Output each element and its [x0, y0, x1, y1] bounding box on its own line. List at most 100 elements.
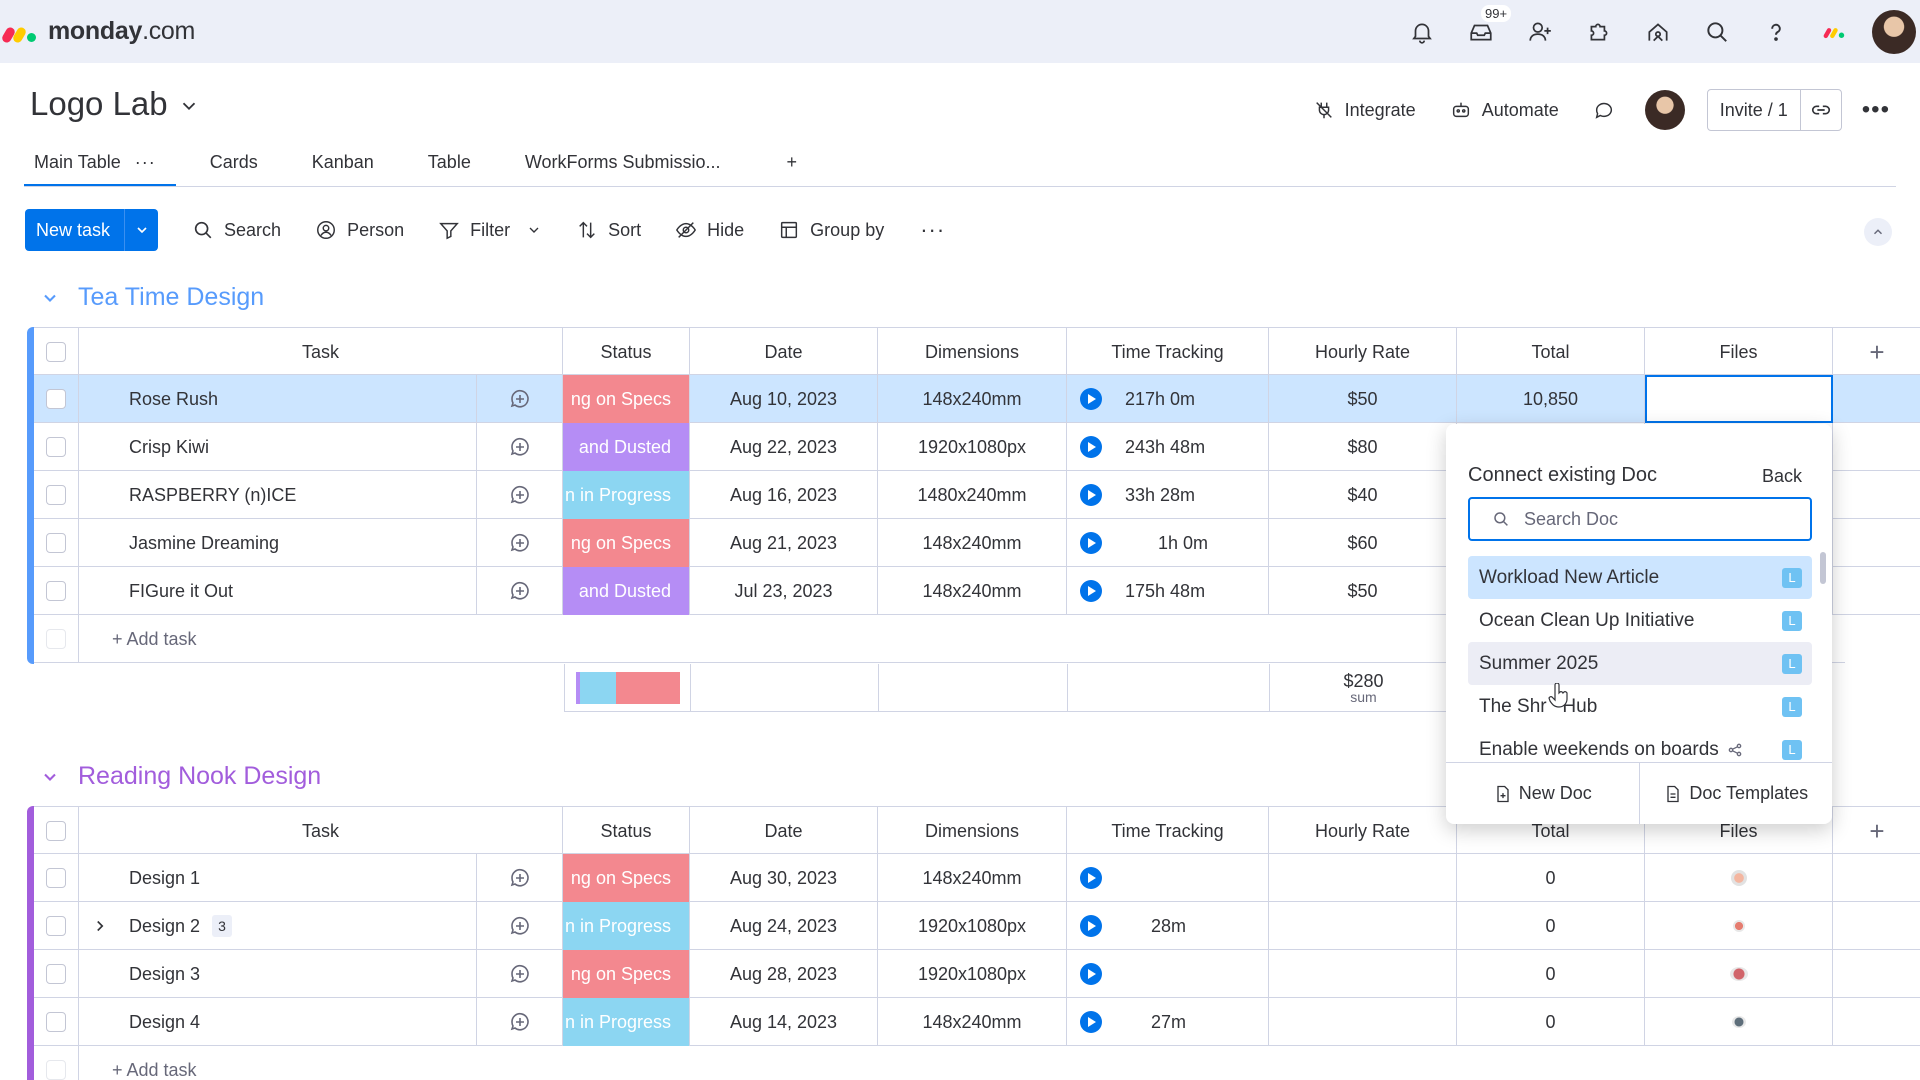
files-cell[interactable]	[1645, 950, 1833, 998]
select-all-cell[interactable]	[34, 328, 79, 376]
status-cell[interactable]: and Dusted	[563, 423, 690, 471]
files-cell[interactable]	[1645, 998, 1833, 1046]
status-cell[interactable]: ng on Specs	[563, 854, 690, 902]
play-timer-icon[interactable]	[1080, 867, 1102, 889]
row-checkbox[interactable]	[46, 389, 66, 409]
user-avatar[interactable]	[1872, 9, 1916, 54]
automate-button[interactable]: Automate	[1450, 99, 1559, 121]
add-task-row[interactable]: + Add task	[34, 1046, 1845, 1080]
hourly-rate-cell[interactable]: $50	[1269, 375, 1457, 423]
table-row[interactable]: Design 1 ng on Specs Aug 30, 2023 148x24…	[34, 854, 1920, 902]
play-timer-icon[interactable]	[1080, 915, 1102, 937]
chevron-down-icon[interactable]	[40, 767, 60, 787]
time-tracking-column-header[interactable]: Time Tracking	[1067, 328, 1269, 376]
row-checkbox[interactable]	[46, 581, 66, 601]
row-check-cell[interactable]	[34, 950, 79, 998]
status-cell[interactable]: n in Progress	[563, 998, 690, 1046]
task-column-header[interactable]: Task	[79, 807, 563, 855]
board-member-avatar[interactable]	[1644, 90, 1685, 130]
status-cell[interactable]: ng on Specs	[563, 950, 690, 998]
collapse-header-button[interactable]	[1864, 218, 1892, 246]
row-check-cell[interactable]	[34, 423, 79, 471]
table-row[interactable]: Design 3 ng on Specs Aug 28, 2023 1920x1…	[34, 950, 1920, 998]
date-cell[interactable]: Aug 28, 2023	[690, 950, 878, 998]
select-all-checkbox[interactable]	[46, 342, 66, 362]
date-column-header[interactable]: Date	[690, 328, 878, 376]
file-thumbnail[interactable]	[1729, 967, 1748, 981]
time-tracking-cell[interactable]: 1h 0m	[1067, 519, 1269, 567]
date-cell[interactable]: Aug 14, 2023	[690, 998, 878, 1046]
status-summary-cell[interactable]	[564, 664, 691, 712]
play-timer-icon[interactable]	[1080, 484, 1102, 506]
files-column-header[interactable]: Files	[1645, 328, 1833, 376]
file-thumbnail[interactable]	[1732, 920, 1745, 932]
play-timer-icon[interactable]	[1080, 963, 1102, 985]
dimensions-cell[interactable]: 1480x240mm	[878, 471, 1067, 519]
add-update-button[interactable]	[477, 854, 563, 902]
status-cell[interactable]: n in Progress	[563, 471, 690, 519]
add-update-button[interactable]	[477, 519, 563, 567]
dimensions-cell[interactable]: 1920x1080px	[878, 902, 1067, 950]
dimensions-cell[interactable]: 148x240mm	[878, 567, 1067, 615]
hourly-rate-cell[interactable]: $80	[1269, 423, 1457, 471]
hourly-rate-cell[interactable]	[1269, 902, 1457, 950]
row-checkbox[interactable]	[46, 485, 66, 505]
dimensions-cell[interactable]: 1920x1080px	[878, 423, 1067, 471]
date-cell[interactable]: Aug 16, 2023	[690, 471, 878, 519]
task-column-header[interactable]: Task	[79, 328, 563, 376]
time-tracking-cell[interactable]: 175h 48m	[1067, 567, 1269, 615]
add-update-button[interactable]	[477, 471, 563, 519]
play-timer-icon[interactable]	[1080, 580, 1102, 602]
hourly-rate-cell[interactable]	[1269, 854, 1457, 902]
task-name-cell[interactable]: FIGure it Out	[79, 567, 477, 615]
hourly-rate-cell[interactable]	[1269, 950, 1457, 998]
hide-button[interactable]: Hide	[675, 219, 744, 241]
filter-button[interactable]: Filter	[438, 219, 542, 241]
new-task-dropdown[interactable]	[124, 209, 158, 251]
time-tracking-cell[interactable]: 217h 0m	[1067, 375, 1269, 423]
table-row[interactable]: Design 4 n in Progress Aug 14, 2023 148x…	[34, 998, 1920, 1046]
dropdown-scrollbar[interactable]	[1820, 552, 1826, 584]
date-cell[interactable]: Aug 24, 2023	[690, 902, 878, 950]
person-filter-button[interactable]: Person	[315, 219, 404, 241]
status-cell[interactable]: ng on Specs	[563, 375, 690, 423]
add-update-button[interactable]	[477, 567, 563, 615]
time-tracking-cell[interactable]: 28m	[1067, 902, 1269, 950]
hourly-rate-column-header[interactable]: Hourly Rate	[1269, 328, 1457, 376]
new-task-button[interactable]: New task	[25, 209, 159, 251]
integrate-button[interactable]: Integrate	[1313, 99, 1416, 121]
dimensions-cell[interactable]: 1920x1080px	[878, 950, 1067, 998]
add-update-button[interactable]	[477, 902, 563, 950]
play-timer-icon[interactable]	[1080, 532, 1102, 554]
table-row[interactable]: Rose Rush ng on Specs Aug 10, 2023 148x2…	[34, 375, 1920, 423]
doc-templates-button[interactable]: Doc Templates	[1638, 763, 1833, 824]
row-checkbox[interactable]	[46, 964, 66, 984]
new-doc-button[interactable]: New Doc	[1446, 763, 1639, 824]
date-cell[interactable]: Jul 23, 2023	[690, 567, 878, 615]
tab-kanban[interactable]: Kanban	[302, 146, 384, 186]
tab-workforms[interactable]: WorkForms Submissio...	[515, 146, 731, 186]
task-name-cell[interactable]: Design 3	[79, 950, 477, 998]
time-tracking-cell[interactable]: 33h 28m	[1067, 471, 1269, 519]
chevron-down-icon[interactable]	[178, 95, 200, 117]
row-check-cell[interactable]	[34, 567, 79, 615]
updates-button[interactable]	[1593, 99, 1615, 121]
date-cell[interactable]: Aug 21, 2023	[690, 519, 878, 567]
search-tool-button[interactable]: Search	[192, 219, 281, 241]
chevron-down-icon[interactable]	[526, 222, 542, 238]
row-checkbox[interactable]	[46, 1012, 66, 1032]
date-column-header[interactable]: Date	[690, 807, 878, 855]
doc-item[interactable]: Ocean Clean Up Initiative L	[1468, 599, 1812, 642]
play-timer-icon[interactable]	[1080, 1011, 1102, 1033]
doc-item[interactable]: The Shr Hub L	[1468, 685, 1812, 728]
task-name-cell[interactable]: RASPBERRY (n)ICE	[79, 471, 477, 519]
file-thumbnail[interactable]	[1731, 1016, 1746, 1028]
hourly-rate-cell[interactable]: $50	[1269, 567, 1457, 615]
board-more-button[interactable]: •••	[1862, 96, 1890, 124]
chevron-down-icon[interactable]	[40, 288, 60, 308]
tab-options-icon[interactable]: ···	[135, 152, 156, 173]
add-view-button[interactable]: +	[777, 146, 808, 186]
play-timer-icon[interactable]	[1080, 388, 1102, 410]
search-doc-input[interactable]: Search Doc	[1468, 497, 1812, 541]
product-switcher-button[interactable]	[1805, 0, 1864, 63]
